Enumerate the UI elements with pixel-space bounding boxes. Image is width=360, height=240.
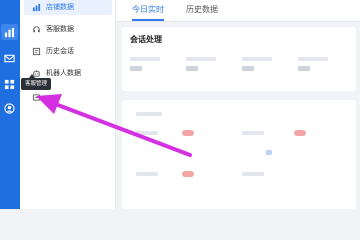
- stat-placeholder: [186, 57, 234, 75]
- tab-today-realtime[interactable]: 今日实时: [132, 0, 164, 22]
- service-manage-icon: [30, 91, 42, 103]
- tab-history-data[interactable]: 历史数据: [186, 0, 218, 22]
- headset-icon: [30, 23, 42, 35]
- stat-placeholder: [242, 57, 290, 75]
- main-content: 今日实时 历史数据 会话处理: [116, 0, 360, 209]
- status-badge: [182, 171, 194, 177]
- menu-item-history-sessions[interactable]: 历史会话: [24, 43, 112, 59]
- blurred-label: [242, 131, 264, 135]
- menu-item-store-data[interactable]: 店铺数据: [24, 0, 112, 15]
- user-circle-icon: [4, 102, 15, 114]
- tab-bar: 今日实时 历史数据: [116, 0, 360, 22]
- stat-placeholder: [298, 57, 346, 75]
- menu-item-service-data[interactable]: 客服数据: [24, 21, 112, 37]
- menu-item-label: 机器人数据: [46, 69, 81, 77]
- bar-chart-icon: [4, 27, 15, 38]
- grid-icon: [4, 79, 15, 90]
- session-card: 会话处理: [122, 27, 356, 91]
- menu-item-label: 客服数据: [46, 25, 74, 33]
- metrics-card: [122, 100, 356, 209]
- rail-data-button[interactable]: [1, 24, 18, 40]
- menu-item-label: 店铺数据: [46, 3, 74, 11]
- blurred-label: [136, 131, 158, 135]
- rail-user-button[interactable]: [1, 100, 18, 116]
- side-menu: 店铺数据 客服数据 历史会话 机器人数据: [20, 0, 116, 209]
- blurred-label: [242, 172, 264, 176]
- mail-icon: [4, 53, 15, 64]
- stat-placeholder: [130, 57, 178, 75]
- history-icon: [30, 45, 42, 57]
- status-badge: [182, 130, 194, 136]
- menu-item-service-management[interactable]: [24, 89, 112, 105]
- blurred-label: [136, 172, 158, 176]
- rail-apps-button[interactable]: [1, 76, 18, 92]
- store-chart-icon: [30, 1, 42, 13]
- blurred-label: [136, 112, 162, 116]
- indicator-dot: [266, 150, 272, 155]
- section-title: 会话处理: [130, 35, 162, 44]
- status-badge: [294, 130, 306, 136]
- app-icon-rail: [0, 0, 20, 209]
- rail-message-button[interactable]: [1, 50, 18, 66]
- menu-item-label: 历史会话: [46, 47, 74, 55]
- menu-tooltip: 客服管理: [21, 74, 52, 90]
